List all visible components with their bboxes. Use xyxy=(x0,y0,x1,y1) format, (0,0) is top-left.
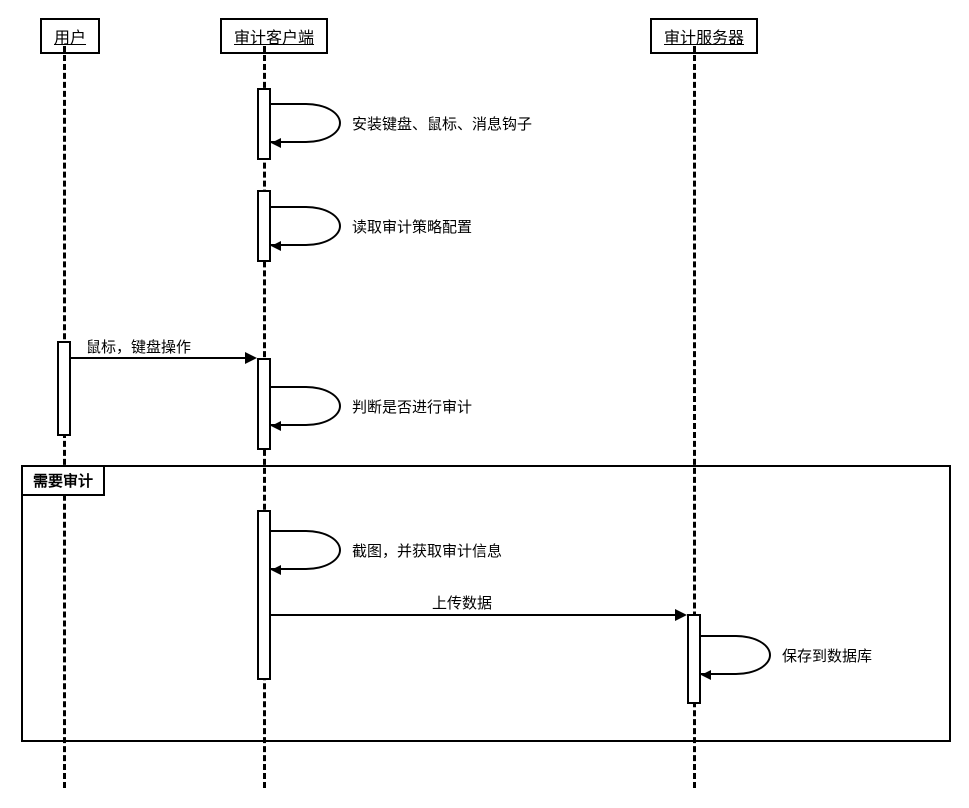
self-loop-install-arrow xyxy=(271,138,281,148)
arrowhead-mouse-keyboard xyxy=(245,352,257,364)
arrowhead-upload xyxy=(675,609,687,621)
self-loop-judge-arrow xyxy=(271,421,281,431)
msg-screenshot: 截图，并获取审计信息 xyxy=(352,540,502,561)
fragment-text: 需要审计 xyxy=(33,474,93,490)
activation-client-3 xyxy=(257,358,271,450)
self-loop-policy-arrow xyxy=(271,241,281,251)
client-label: 审计客户端 xyxy=(234,30,314,47)
participant-client: 审计客户端 xyxy=(220,18,328,54)
self-loop-savedb xyxy=(701,635,771,675)
self-loop-install xyxy=(271,103,341,143)
server-label: 审计服务器 xyxy=(664,30,744,47)
user-label: 用户 xyxy=(54,30,86,47)
self-loop-savedb-arrow xyxy=(701,670,711,680)
activation-client-1 xyxy=(257,88,271,160)
activation-client-2 xyxy=(257,190,271,262)
self-loop-policy xyxy=(271,206,341,246)
self-loop-screenshot-arrow xyxy=(271,565,281,575)
activation-user-1 xyxy=(57,341,71,436)
fragment-label-need-audit: 需要审计 xyxy=(23,467,105,496)
participant-server: 审计服务器 xyxy=(650,18,758,54)
msg-read-policy: 读取审计策略配置 xyxy=(352,216,472,237)
msg-upload: 上传数据 xyxy=(432,592,492,613)
msg-install-hooks: 安装键盘、鼠标、消息钩子 xyxy=(352,113,532,134)
msg-mouse-keyboard: 鼠标，键盘操作 xyxy=(86,336,191,357)
self-loop-screenshot xyxy=(271,530,341,570)
arrow-mouse-keyboard xyxy=(71,357,246,359)
msg-save-db: 保存到数据库 xyxy=(782,645,872,666)
self-loop-judge xyxy=(271,386,341,426)
msg-judge-audit: 判断是否进行审计 xyxy=(352,396,472,417)
participant-user: 用户 xyxy=(40,18,100,54)
arrow-upload xyxy=(271,614,676,616)
